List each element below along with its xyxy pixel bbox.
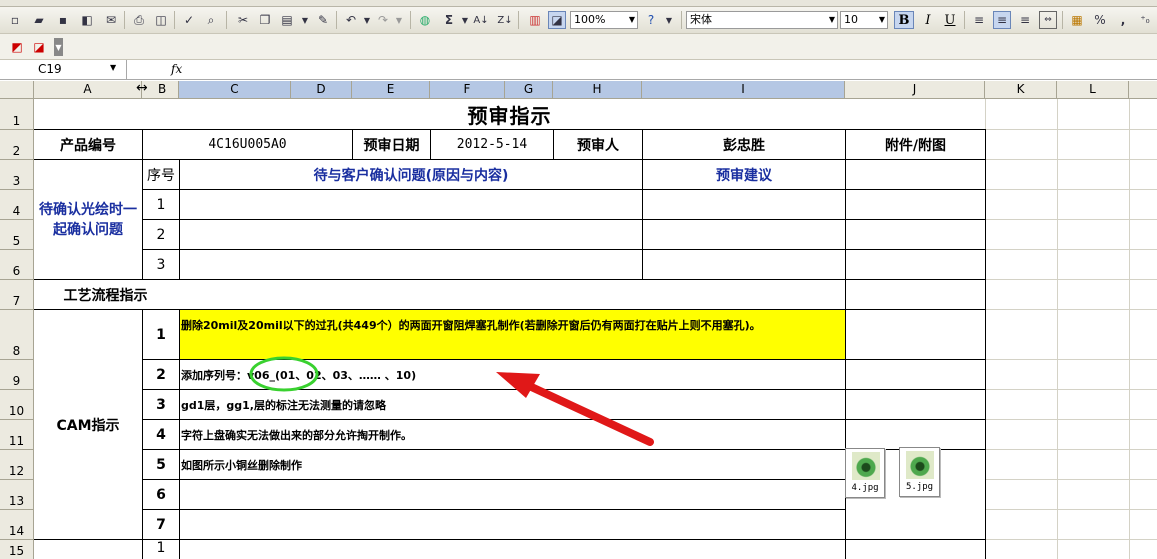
annotation-layer xyxy=(249,356,654,446)
red-arrow-shaft xyxy=(521,380,654,446)
red-arrow-head xyxy=(496,372,540,398)
green-circle-annotation xyxy=(249,356,319,392)
